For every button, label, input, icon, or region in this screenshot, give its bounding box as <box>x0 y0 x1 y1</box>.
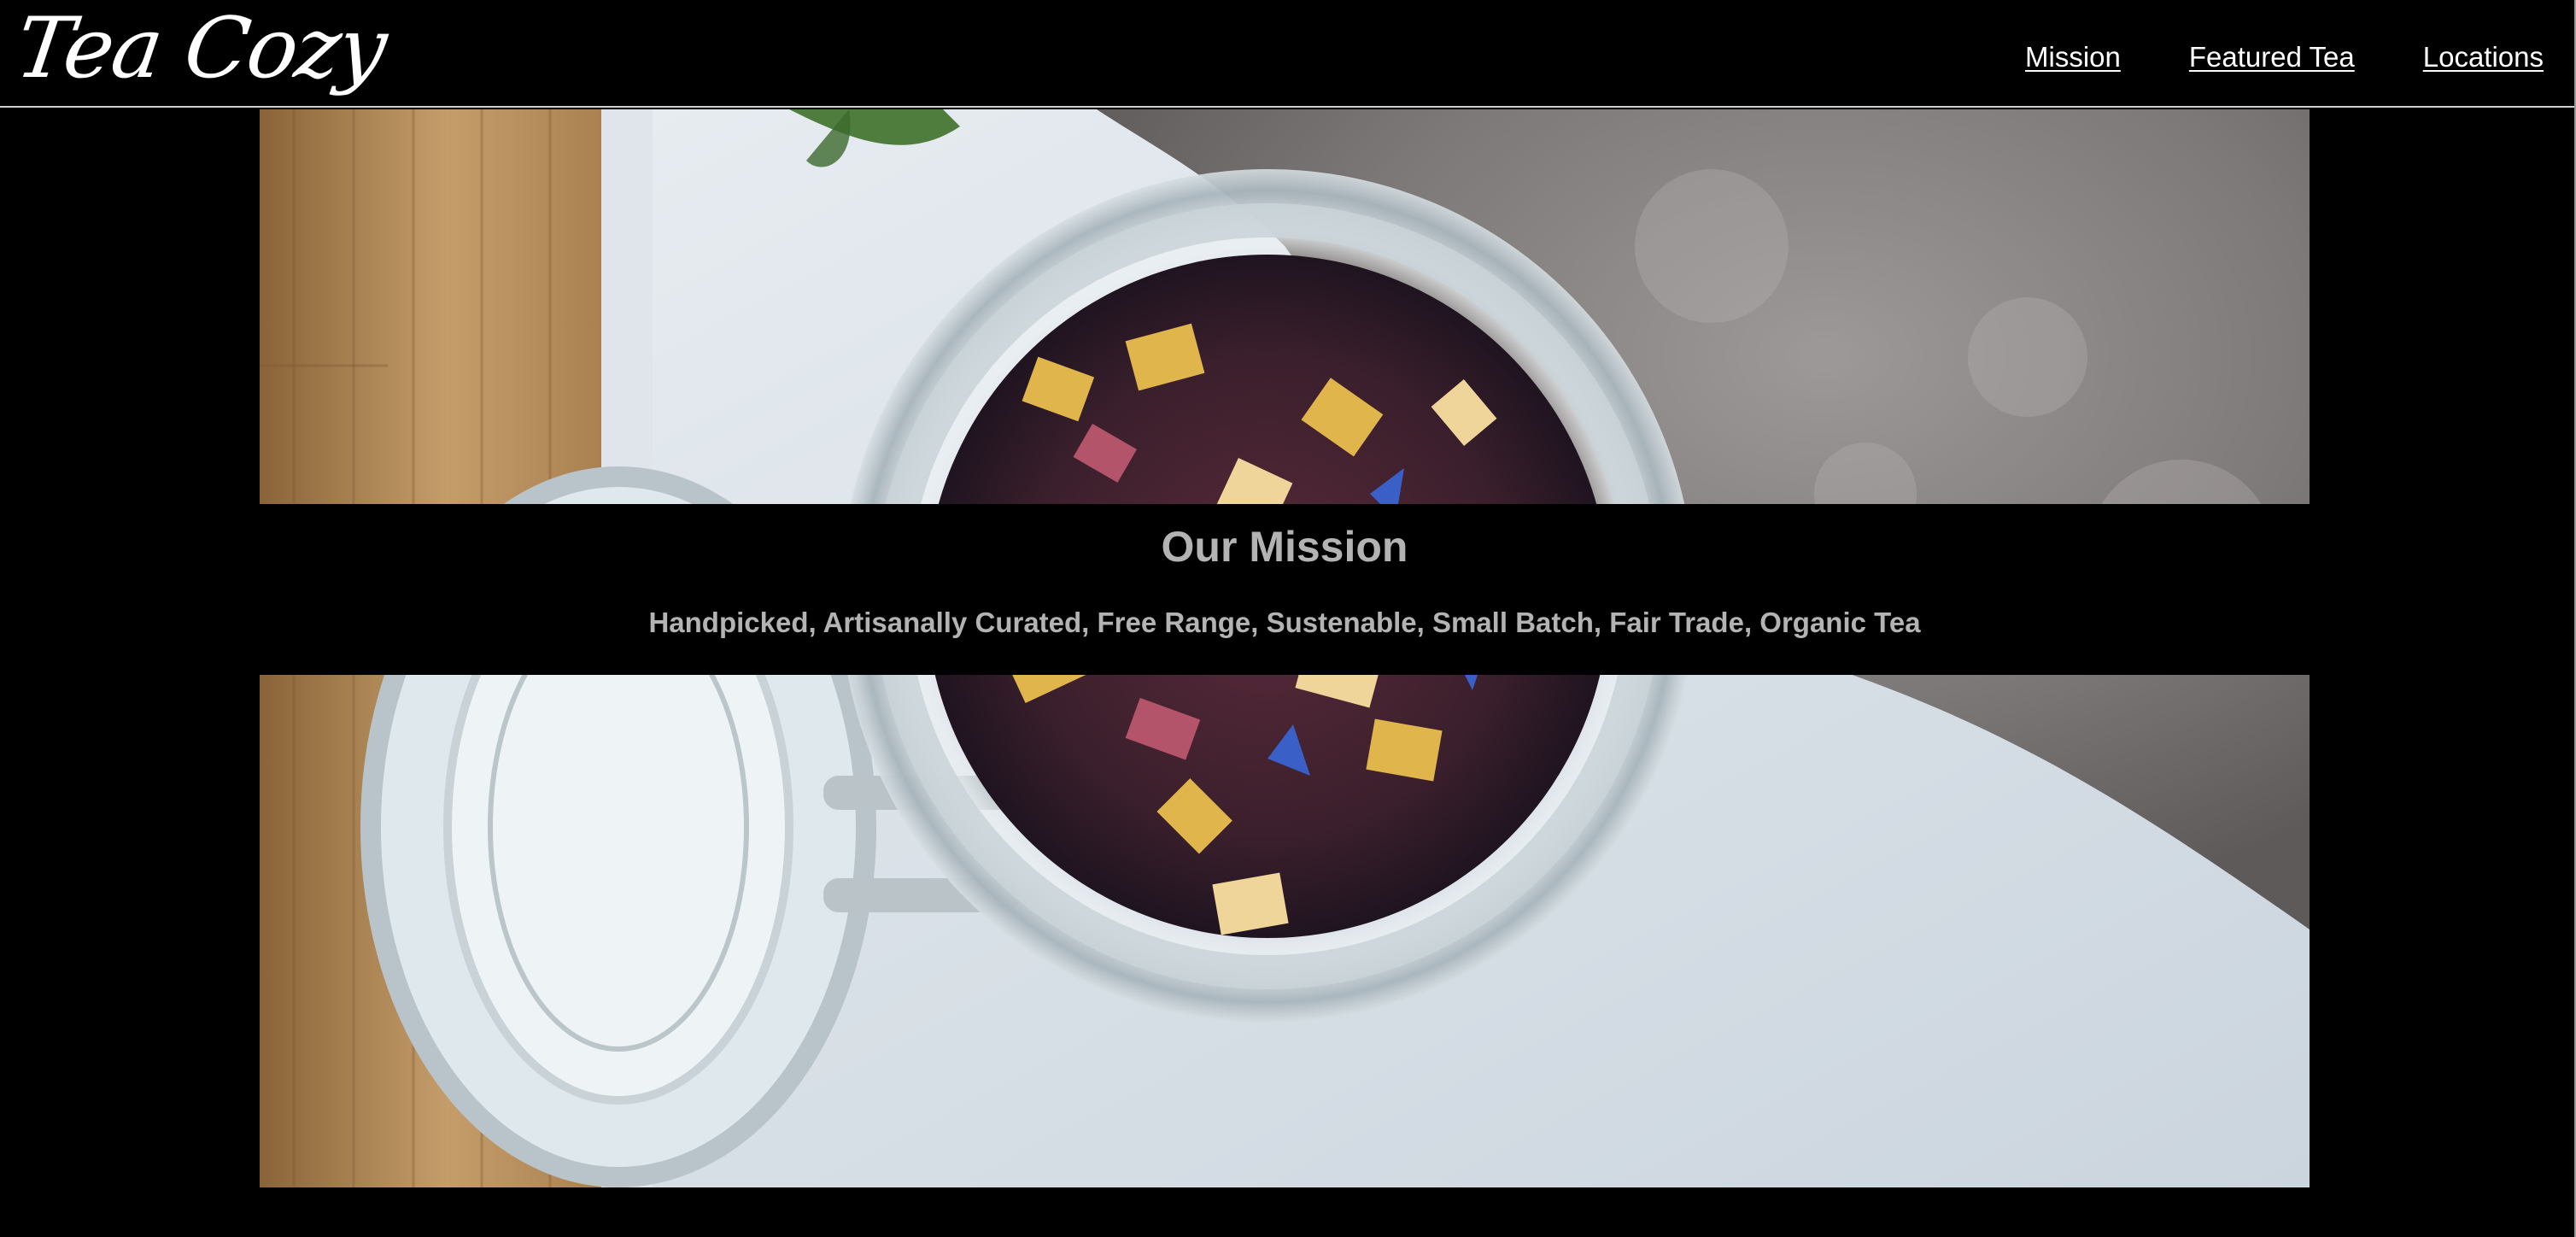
site-logo[interactable]: Tea Cozy <box>10 0 391 97</box>
nav-link-mission[interactable]: Mission <box>2025 40 2121 74</box>
nav-link-locations[interactable]: Locations <box>2423 40 2544 74</box>
nav-link-featured-tea[interactable]: Featured Tea <box>2189 40 2355 74</box>
mission-description: Handpicked, Artisanally Curated, Free Ra… <box>648 607 1921 638</box>
site-header: Tea Cozy Mission Featured Tea Locations <box>0 0 2576 108</box>
mission-section: Our Mission Handpicked, Artisanally Cura… <box>260 504 2310 675</box>
mission-title: Our Mission <box>1161 523 1408 571</box>
main-nav: Mission Featured Tea Locations <box>2025 40 2544 74</box>
